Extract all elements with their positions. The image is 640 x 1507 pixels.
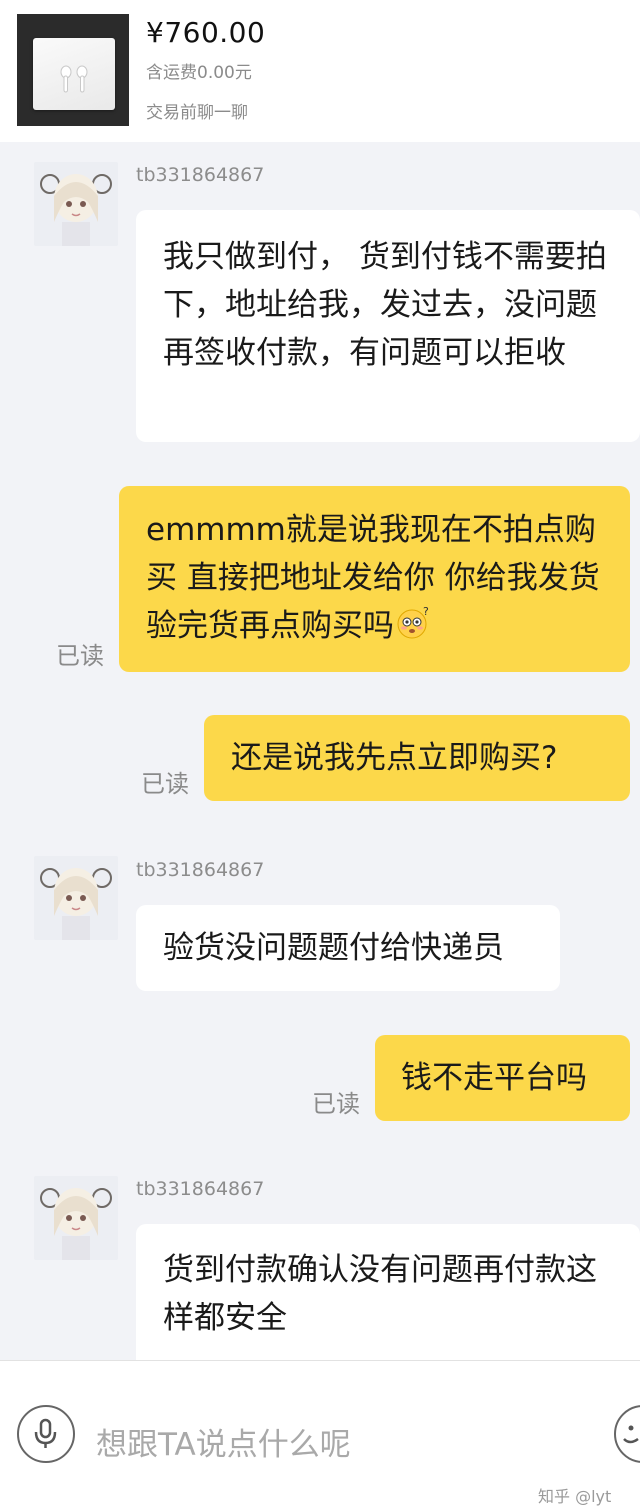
- message-text: emmmm就是说我现在不拍点购买 直接把地址发给你 你给我发货 验完货再点购买吗: [146, 512, 600, 644]
- earbuds-box-image: [33, 38, 115, 110]
- message-text: 验货没问题题付给快递员: [163, 930, 504, 966]
- message-input-bar[interactable]: 想跟TA说点什么呢 知乎 @lyt: [0, 1360, 640, 1507]
- shipping-fee: 含运费0.00元: [146, 63, 252, 83]
- anime-avatar-icon: [34, 856, 118, 940]
- outgoing-message-bubble[interactable]: 还是说我先点立即购买?: [204, 715, 630, 801]
- earbuds-icon: [60, 65, 88, 93]
- incoming-message-bubble[interactable]: 验货没问题题付给快递员: [136, 905, 560, 991]
- chat-message-list[interactable]: tb331864867 我只做到付， 货到付钱不需要拍下，地址给我，发过去，没问…: [0, 142, 640, 1360]
- watermark: 知乎 @lyt: [538, 1487, 612, 1506]
- avatar[interactable]: [34, 856, 118, 940]
- sender-name: tb331864867: [136, 859, 265, 881]
- incoming-message-bubble[interactable]: 货到付款确认没有问题再付款这样都安全: [136, 1224, 640, 1360]
- read-status: 已读: [141, 770, 189, 798]
- sender-name: tb331864867: [136, 1178, 265, 1200]
- message-text: 钱不走平台吗: [401, 1060, 587, 1096]
- flushed-face-icon: ?: [396, 605, 430, 654]
- read-status: 已读: [312, 1090, 360, 1118]
- microphone-icon: [34, 1418, 57, 1448]
- chat-before-trade-note: 交易前聊一聊: [146, 103, 248, 123]
- outgoing-message-bubble[interactable]: 钱不走平台吗: [375, 1035, 630, 1121]
- incoming-message-bubble[interactable]: 我只做到付， 货到付钱不需要拍下，地址给我，发过去，没问题再签收付款，有问题可以…: [136, 210, 640, 442]
- message-input[interactable]: 想跟TA说点什么呢: [96, 1419, 351, 1464]
- product-price: ¥760.00: [146, 16, 266, 49]
- emoji-button[interactable]: [614, 1405, 640, 1463]
- product-thumbnail[interactable]: [17, 14, 129, 126]
- voice-button[interactable]: [17, 1405, 75, 1463]
- avatar[interactable]: [34, 1176, 118, 1260]
- product-header[interactable]: ¥760.00 含运费0.00元 交易前聊一聊: [0, 0, 640, 142]
- message-text: 货到付款确认没有问题再付款这样都安全: [163, 1252, 597, 1336]
- message-text: 我只做到付， 货到付钱不需要拍下，地址给我，发过去，没问题再签收付款，有问题可以…: [163, 239, 607, 371]
- message-text: 还是说我先点立即购买?: [231, 740, 558, 776]
- anime-avatar-icon: [34, 1176, 118, 1260]
- anime-avatar-icon: [34, 162, 118, 246]
- smiley-icon: [623, 1425, 639, 1444]
- avatar[interactable]: [34, 162, 118, 246]
- svg-text:?: ?: [423, 606, 429, 618]
- outgoing-message-bubble[interactable]: emmmm就是说我现在不拍点购买 直接把地址发给你 你给我发货 验完货再点购买吗…: [119, 486, 630, 672]
- sender-name: tb331864867: [136, 164, 265, 186]
- read-status: 已读: [56, 642, 104, 670]
